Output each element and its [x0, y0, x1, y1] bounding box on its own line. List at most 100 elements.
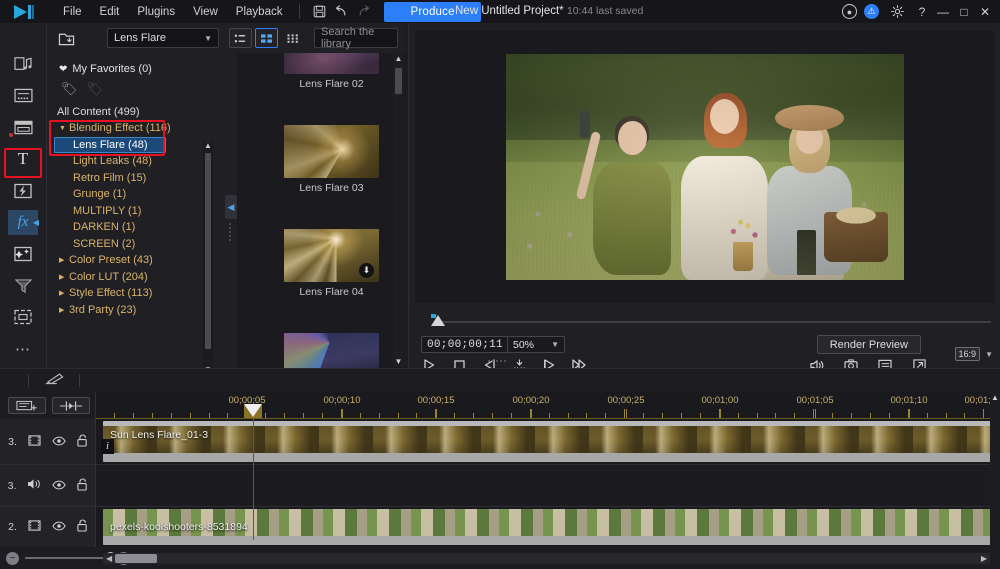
speaker-icon[interactable] — [27, 478, 41, 493]
compact-view-icon[interactable] — [281, 28, 304, 48]
sidebar-item-transitions[interactable] — [8, 178, 38, 204]
film-icon[interactable] — [28, 435, 41, 449]
tree-item-retro-film[interactable]: Retro Film (15) — [55, 170, 177, 187]
render-preview-button[interactable]: Render Preview — [817, 335, 921, 354]
chevron-down-icon[interactable]: ▼ — [985, 350, 993, 359]
grid-view-icon[interactable] — [255, 28, 278, 48]
sidebar-item-text[interactable]: T — [8, 146, 38, 172]
timeline-clip[interactable]: Sun Lens Flare_01-3 — [103, 421, 993, 462]
panel-collapse-handle[interactable]: ◀ — [225, 195, 237, 219]
tree-item-darken[interactable]: DARKEN (1) — [55, 219, 177, 236]
eye-icon[interactable] — [52, 520, 66, 534]
tree-item-favorites[interactable]: ❤ My Favorites (0) — [55, 61, 177, 78]
panel-vertical-resize-grip[interactable] — [488, 360, 506, 362]
clip-info-badge[interactable]: i — [101, 439, 114, 454]
track-clips-area[interactable] — [96, 465, 1000, 506]
remove-tag-icon[interactable]: 🏷 — [87, 81, 104, 97]
track-header[interactable]: 3. — [0, 465, 96, 506]
timeline-zoom-slider[interactable] — [25, 557, 111, 559]
search-input[interactable]: Search the library — [314, 28, 398, 48]
aspect-ratio-control[interactable]: 16:9 ▼ — [955, 347, 993, 361]
marker-pen-icon[interactable] — [43, 372, 65, 389]
category-select[interactable]: Lens Flare ▼ — [107, 28, 219, 48]
thumbnail-item[interactable]: Lens Flare 02 — [284, 53, 379, 90]
thumbnail-item[interactable]: ⬇ Lens Flare 04 — [284, 229, 379, 298]
sidebar-item-media[interactable] — [8, 51, 38, 77]
eye-icon[interactable] — [52, 435, 66, 449]
tree-item-light-leaks[interactable]: Light Leaks (48) — [55, 153, 177, 170]
scroll-left-arrow-icon[interactable]: ◀ — [106, 554, 112, 563]
scroll-right-arrow-icon[interactable]: ▶ — [981, 554, 987, 563]
eye-icon[interactable] — [52, 479, 66, 493]
thumbnail-scrollbar[interactable]: ▲ ▼ — [393, 54, 404, 367]
unlock-icon[interactable] — [77, 434, 88, 450]
panel-resize-grip[interactable] — [229, 223, 232, 241]
scroll-up-arrow-icon[interactable]: ▲ — [393, 54, 404, 64]
thumbnail-item[interactable]: Lens Flare 03 — [284, 125, 379, 194]
sidebar-item-split-screen[interactable] — [8, 273, 38, 299]
tree-item-style-effect[interactable]: ▶ Style Effect (113) — [55, 285, 177, 302]
undo-icon[interactable] — [330, 3, 352, 21]
scroll-down-arrow-icon[interactable]: ▼ — [393, 357, 404, 367]
timeline-vertical-scrollbar[interactable]: ▲ — [990, 392, 1000, 547]
unlock-icon[interactable] — [77, 519, 88, 535]
zoom-out-button[interactable]: − — [6, 552, 19, 565]
help-icon[interactable]: ? — [915, 5, 929, 19]
import-folder-icon[interactable] — [53, 28, 79, 49]
save-icon[interactable] — [308, 3, 330, 21]
track-clips-area[interactable]: Sun Lens Flare_01-3 i — [96, 419, 1000, 464]
redo-icon[interactable] — [352, 3, 374, 21]
timecode-display[interactable]: 00;00;00;11 — [421, 336, 509, 353]
sidebar-item-stock-media[interactable] — [8, 305, 38, 331]
download-icon[interactable]: ⬇ — [359, 263, 374, 278]
snap-magnet-icon[interactable] — [52, 397, 90, 414]
tree-item-blending-effect[interactable]: ▼ Blending Effect (116) — [55, 120, 177, 137]
thumbnail-item[interactable] — [284, 333, 379, 368]
gear-icon[interactable] — [886, 3, 908, 21]
sidebar-item-elements[interactable] — [8, 241, 38, 267]
playhead-handle[interactable] — [244, 404, 262, 417]
menu-view[interactable]: View — [184, 3, 227, 21]
menu-playback[interactable]: Playback — [227, 3, 292, 21]
preview-scrub-bar[interactable] — [419, 315, 991, 327]
maximize-button[interactable]: □ — [957, 5, 971, 19]
scrollbar-thumb[interactable] — [395, 68, 402, 94]
unlock-icon[interactable] — [77, 478, 88, 494]
tree-item-grunge[interactable]: Grunge (1) — [55, 186, 177, 203]
scroll-up-arrow-icon[interactable]: ▲ — [990, 392, 1000, 404]
tree-scrollbar[interactable]: ▲ ▼ — [203, 141, 213, 375]
tree-item-lens-flare[interactable]: Lens Flare (48) — [54, 137, 166, 154]
tree-item-screen[interactable]: SCREEN (2) — [55, 236, 177, 253]
track-header[interactable]: 2. — [0, 507, 96, 547]
sidebar-item-effects[interactable]: fx ◀ — [8, 210, 38, 236]
user-account-icon[interactable]: ● — [842, 4, 857, 19]
add-track-icon[interactable] — [8, 397, 46, 414]
sidebar-item-audio[interactable] — [8, 83, 38, 109]
scrollbar-thumb[interactable] — [205, 153, 211, 349]
close-button[interactable]: ✕ — [978, 5, 992, 19]
library-tree: ❤ My Favorites (0) 🏷 🏷 All Content (499)… — [47, 53, 177, 368]
menu-file[interactable]: File — [54, 3, 91, 21]
menu-plugins[interactable]: Plugins — [128, 3, 184, 21]
tree-item-color-preset[interactable]: ▶ Color Preset (43) — [55, 252, 177, 269]
scrollbar-thumb[interactable] — [115, 554, 157, 563]
track-header[interactable]: 3. — [0, 419, 96, 464]
sidebar-item-more[interactable]: ⋯ — [8, 336, 38, 362]
minimize-button[interactable]: — — [936, 5, 950, 19]
tree-item-color-lut[interactable]: ▶ Color LUT (204) — [55, 269, 177, 286]
preview-zoom-select[interactable]: 50% ▼ — [507, 336, 565, 353]
menu-edit[interactable]: Edit — [91, 3, 129, 21]
track-clips-area[interactable]: pexels-koolshooters-8531894 — [96, 507, 1000, 547]
tree-item-3rd-party[interactable]: ▶ 3rd Party (23) — [55, 302, 177, 319]
tree-item-all-content[interactable]: All Content (499) — [55, 104, 177, 121]
timeline-horizontal-scrollbar[interactable]: ◀ ▶ — [103, 553, 990, 564]
timeline-clip[interactable]: pexels-koolshooters-8531894 — [103, 509, 993, 545]
list-view-icon[interactable] — [229, 28, 252, 48]
tree-item-multiply[interactable]: MULTIPLY (1) — [55, 203, 177, 220]
preview-video[interactable] — [506, 54, 904, 280]
film-icon[interactable] — [28, 520, 41, 534]
bell-icon[interactable]: ⚠ — [864, 4, 879, 19]
timeline-ruler[interactable]: 00;00;05 00;00;10 00;00;15 00;00;20 00;0… — [96, 392, 1000, 419]
add-tag-icon[interactable]: 🏷 — [61, 81, 78, 97]
scroll-up-arrow-icon[interactable]: ▲ — [203, 141, 213, 151]
